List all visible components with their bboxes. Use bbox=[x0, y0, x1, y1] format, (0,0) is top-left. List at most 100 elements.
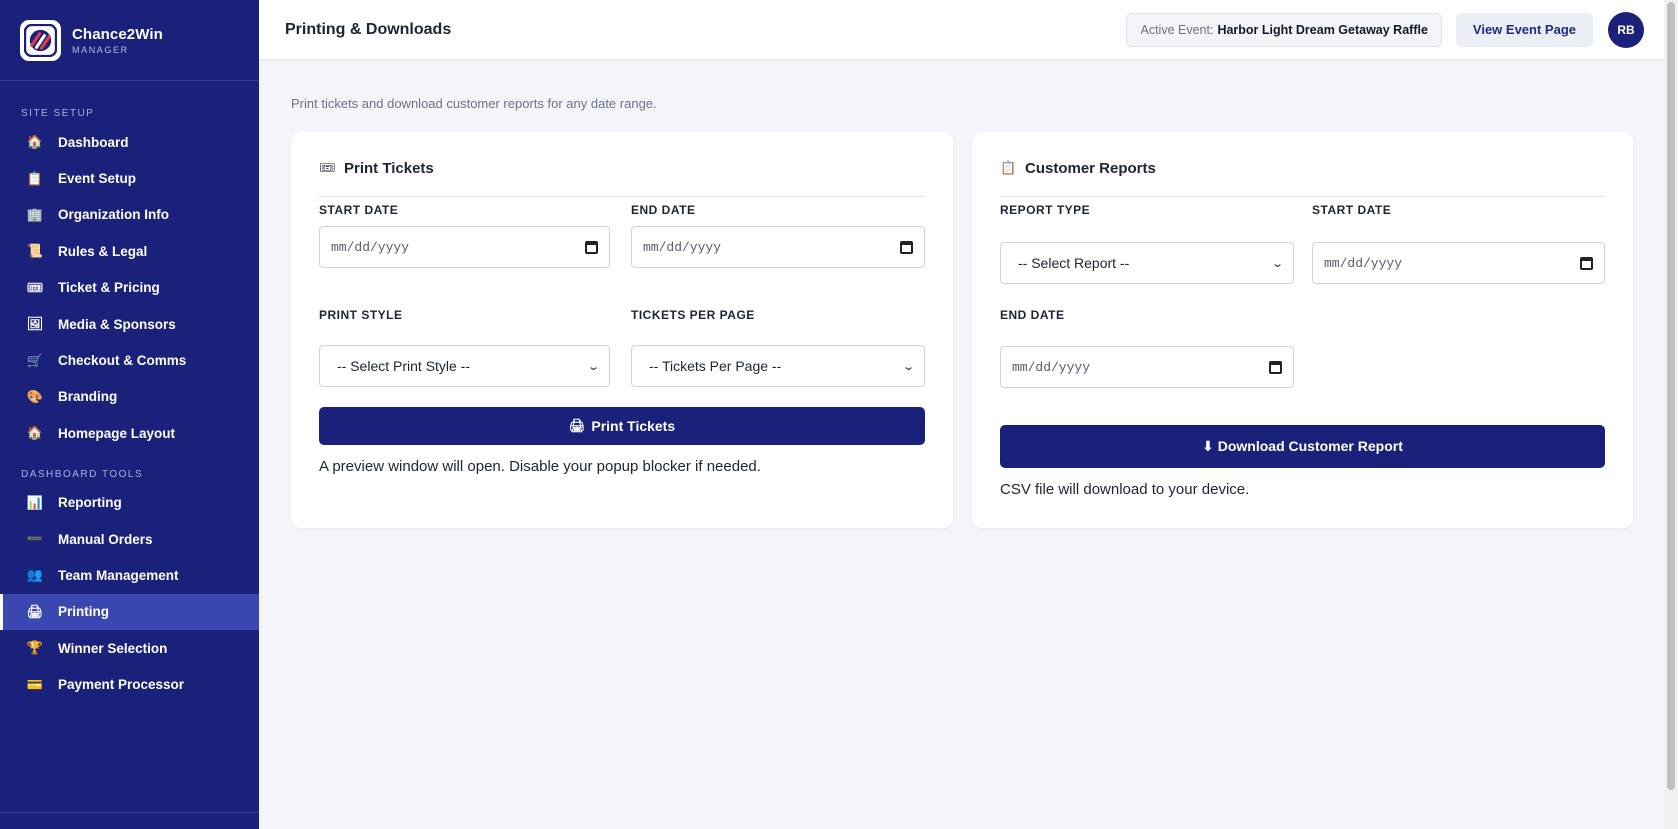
ticket-icon: 🎟 bbox=[26, 279, 44, 295]
printer-icon: 🖨 bbox=[26, 603, 44, 619]
calendar-icon[interactable] bbox=[1580, 256, 1593, 270]
brand[interactable]: Chance2Win MANAGER bbox=[0, 0, 259, 81]
minus-icon: ➖ bbox=[26, 531, 44, 547]
date-placeholder: mm/dd/yyyy bbox=[331, 239, 410, 255]
brand-subtitle: MANAGER bbox=[72, 44, 129, 55]
report-end-date-input[interactable]: mm/dd/yyyy bbox=[1000, 346, 1294, 388]
chevron-down-icon: ⌄ bbox=[901, 360, 915, 373]
ticket-icon: 🎟 bbox=[319, 160, 336, 175]
tickets-per-page-select[interactable]: -- Tickets Per Page -- ⌄ bbox=[631, 345, 925, 387]
print-style-select[interactable]: -- Select Print Style -- ⌄ bbox=[319, 345, 610, 387]
print-style-label: PRINT STYLE bbox=[319, 308, 403, 322]
end-date-label: END DATE bbox=[631, 203, 696, 217]
calendar-icon[interactable] bbox=[585, 240, 598, 254]
clipboard-icon: 📋 bbox=[1000, 160, 1017, 175]
home-icon: 🏠 bbox=[26, 425, 44, 441]
home-icon: 🏠 bbox=[26, 134, 44, 150]
page-title: Printing & Downloads bbox=[285, 20, 452, 38]
sidebar-item-label: Ticket & Pricing bbox=[58, 280, 160, 296]
building-icon: 🏢 bbox=[26, 206, 44, 222]
end-date-label: END DATE bbox=[1000, 308, 1065, 322]
sidebar-item-label: Manual Orders bbox=[58, 531, 153, 547]
download-customer-report-button[interactable]: ⬇ Download Customer Report bbox=[1000, 425, 1605, 468]
select-value: -- Select Report -- bbox=[1018, 255, 1130, 271]
tickets-per-page-label: TICKETS PER PAGE bbox=[631, 308, 755, 322]
start-date-label: START DATE bbox=[319, 203, 399, 217]
sidebar-item-label: Reporting bbox=[58, 495, 122, 511]
sidebar-item-organization-info[interactable]: 🏢 Organization Info bbox=[0, 197, 259, 233]
print-tickets-card: 🎟 Print Tickets START DATE mm/dd/yyyy EN… bbox=[291, 132, 953, 528]
card-title: Customer Reports bbox=[1025, 159, 1156, 177]
active-event-badge: Active Event: Harbor Light Dream Getaway… bbox=[1126, 12, 1442, 47]
sidebar-item-label: Media & Sponsors bbox=[58, 316, 176, 332]
page-subtitle: Print tickets and download customer repo… bbox=[291, 96, 657, 111]
trophy-icon: 🏆 bbox=[26, 640, 44, 656]
card-title: Print Tickets bbox=[344, 159, 434, 177]
scroll-icon: 📜 bbox=[26, 243, 44, 259]
sidebar-item-payment-processor[interactable]: 💳 Payment Processor bbox=[0, 666, 259, 702]
brand-name: Chance2Win bbox=[72, 25, 163, 43]
sidebar-item-dashboard[interactable]: 🏠 Dashboard bbox=[0, 124, 259, 160]
print-end-date-input[interactable]: mm/dd/yyyy bbox=[631, 226, 925, 268]
date-placeholder: mm/dd/yyyy bbox=[1012, 359, 1091, 375]
print-note: A preview window will open. Disable your… bbox=[319, 458, 761, 475]
sidebar-item-label: Printing bbox=[58, 604, 109, 620]
sidebar-item-label: Dashboard bbox=[58, 134, 129, 150]
sidebar-item-branding[interactable]: 🎨 Branding bbox=[0, 379, 259, 415]
sidebar-item-ticket-pricing[interactable]: 🎟 Ticket & Pricing bbox=[0, 270, 259, 306]
chevron-down-icon: ⌄ bbox=[1270, 257, 1284, 270]
sidebar-item-label: Winner Selection bbox=[58, 640, 168, 656]
date-placeholder: mm/dd/yyyy bbox=[643, 239, 722, 255]
active-event-name: Harbor Light Dream Getaway Raffle bbox=[1217, 22, 1428, 37]
start-date-label: START DATE bbox=[1312, 203, 1392, 217]
nav-section-title: DASHBOARD TOOLS bbox=[21, 468, 144, 480]
report-type-select[interactable]: -- Select Report -- ⌄ bbox=[1000, 242, 1294, 284]
sidebar-item-homepage-layout[interactable]: 🏠 Homepage Layout bbox=[0, 415, 259, 451]
customer-reports-card: 📋 Customer Reports REPORT TYPE -- Select… bbox=[972, 132, 1633, 528]
sidebar-item-label: Rules & Legal bbox=[58, 243, 148, 259]
scrollbar[interactable] bbox=[1664, 0, 1678, 829]
report-start-date-input[interactable]: mm/dd/yyyy bbox=[1312, 242, 1605, 284]
sidebar-item-manual-orders[interactable]: ➖ Manual Orders bbox=[0, 521, 259, 557]
sidebar-item-team-management[interactable]: 👥 Team Management bbox=[0, 557, 259, 593]
sidebar-item-printing[interactable]: 🖨 Printing bbox=[0, 593, 259, 631]
nav-section-title: SITE SETUP bbox=[21, 108, 95, 119]
sidebar-item-event-setup[interactable]: 📋 Event Setup bbox=[0, 160, 259, 196]
sidebar-item-reporting[interactable]: 📊 Reporting bbox=[0, 485, 259, 521]
sidebar-item-label: Payment Processor bbox=[58, 677, 185, 693]
sidebar-item-rules-legal[interactable]: 📜 Rules & Legal bbox=[0, 233, 259, 269]
credit-card-icon: 💳 bbox=[26, 676, 44, 692]
sidebar-item-label: Team Management bbox=[58, 567, 179, 583]
sidebar-item-label: Event Setup bbox=[58, 171, 137, 187]
chevron-down-icon: ⌄ bbox=[586, 360, 600, 373]
sidebar-item-media-sponsors[interactable]: 🖼 Media & Sponsors bbox=[0, 306, 259, 342]
sidebar-item-label: Homepage Layout bbox=[58, 425, 176, 441]
avatar[interactable]: RB bbox=[1608, 11, 1644, 48]
sidebar-item-label: Checkout & Comms bbox=[58, 353, 187, 369]
brand-logo-icon bbox=[20, 19, 61, 61]
sidebar-item-checkout-comms[interactable]: 🛒 Checkout & Comms bbox=[0, 342, 259, 378]
date-placeholder: mm/dd/yyyy bbox=[1324, 255, 1403, 271]
calendar-icon[interactable] bbox=[900, 240, 913, 254]
bar-chart-icon: 📊 bbox=[26, 494, 44, 510]
scrollbar-thumb[interactable] bbox=[1667, 2, 1675, 790]
select-value: -- Tickets Per Page -- bbox=[649, 358, 782, 374]
printer-icon: 🖨 bbox=[568, 418, 586, 433]
cart-icon: 🛒 bbox=[26, 352, 44, 368]
sidebar-item-winner-selection[interactable]: 🏆 Winner Selection bbox=[0, 630, 259, 666]
calendar-icon[interactable] bbox=[1269, 360, 1282, 374]
picture-icon: 🖼 bbox=[26, 316, 44, 332]
active-event-label: Active Event: bbox=[1140, 22, 1214, 37]
report-note: CSV file will download to your device. bbox=[1000, 481, 1250, 498]
print-tickets-button[interactable]: 🖨 Print Tickets bbox=[319, 407, 925, 445]
sidebar-divider bbox=[0, 812, 259, 813]
report-type-label: REPORT TYPE bbox=[1000, 203, 1091, 217]
top-header: Printing & Downloads Active Event: Harbo… bbox=[259, 0, 1664, 60]
sidebar: Chance2Win MANAGER SITE SETUP 🏠 Dashboard… bbox=[0, 0, 259, 829]
select-value: -- Select Print Style -- bbox=[337, 358, 471, 374]
palette-icon: 🎨 bbox=[26, 388, 44, 404]
button-label: Print Tickets bbox=[591, 418, 676, 434]
print-start-date-input[interactable]: mm/dd/yyyy bbox=[319, 226, 610, 268]
view-event-page-button[interactable]: View Event Page bbox=[1455, 12, 1593, 47]
users-icon: 👥 bbox=[26, 567, 44, 583]
